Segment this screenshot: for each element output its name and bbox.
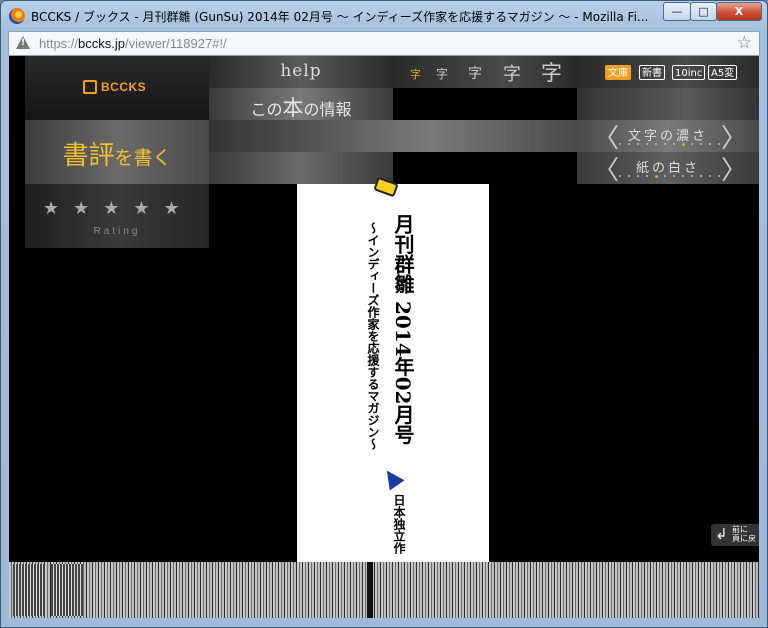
return-arrow-icon: ↲ <box>715 525 728 543</box>
density-level-dots <box>619 143 729 147</box>
whiteness-increase-icon[interactable]: 〉 <box>721 150 747 187</box>
level-dot <box>646 175 648 177</box>
menu-filler <box>577 88 759 120</box>
text-density-control: 〈 文字の濃さ 〉 <box>577 120 759 154</box>
level-dot <box>673 143 675 145</box>
warning-icon <box>16 36 30 49</box>
write-review-label: 書評を書く <box>25 135 209 172</box>
title-bar: BCCKS / ブックス - 月刊群雛 (GunSu) 2014年 02月号 ～… <box>1 1 767 31</box>
font-size-1[interactable]: 字 <box>410 66 421 82</box>
book-title: 月刊群雛 2014年02月号 <box>391 214 415 445</box>
minimize-button[interactable]: — <box>663 2 691 21</box>
page-thumbnails[interactable] <box>9 562 759 618</box>
level-dot <box>637 175 639 177</box>
font-size-4[interactable]: 字 <box>503 60 521 86</box>
level-dot <box>619 143 621 145</box>
level-dot <box>673 175 675 177</box>
level-dot <box>682 175 684 177</box>
level-dot <box>718 143 720 145</box>
menu-filler <box>209 120 577 152</box>
url-host: bccks.jp <box>78 36 125 51</box>
format-selector: 文庫 新書 10inc A5変 <box>577 56 759 88</box>
cover-thumbnail[interactable] <box>13 564 45 616</box>
review-main: 書評 <box>62 141 115 171</box>
logo-panel[interactable]: BCCKS <box>25 56 209 120</box>
level-dot <box>628 143 630 145</box>
info-prefix: この <box>250 100 283 119</box>
level-dot <box>655 143 657 145</box>
book-subtitle: ～インディーズ作家を応援するマガジン～ <box>366 222 380 450</box>
book-info-button[interactable]: この本の情報 <box>209 88 393 120</box>
format-10inch[interactable]: 10inc <box>672 65 706 80</box>
paper-whiteness-control: 〈 紙の白さ 〉 <box>577 150 759 187</box>
level-dot <box>664 143 666 145</box>
level-dot <box>628 175 630 177</box>
cursor-arrow-icon <box>379 465 405 491</box>
prev-line-1: 前に <box>732 525 748 534</box>
maximize-button[interactable]: □ <box>690 2 717 21</box>
format-shinsho[interactable]: 新書 <box>639 65 665 80</box>
rating-label: Rating <box>93 226 141 237</box>
level-dot <box>691 143 693 145</box>
level-dot <box>637 143 639 145</box>
firefox-icon <box>9 8 25 24</box>
current-page-marker[interactable] <box>367 562 373 618</box>
format-a5[interactable]: A5変 <box>708 65 738 80</box>
url-scheme: https:// <box>39 36 79 51</box>
url-bar[interactable]: https://bccks.jp/viewer/118927#!/ ☆ <box>8 31 760 56</box>
level-dot <box>709 143 711 145</box>
menu-filler <box>209 152 393 184</box>
logo-text: BCCKS <box>101 80 147 94</box>
bccks-logo[interactable]: BCCKS <box>83 80 146 94</box>
font-size-selector: 字 字 字 字 字 <box>393 56 577 88</box>
info-suffix: の情報 <box>303 100 352 119</box>
bookmark-star-icon[interactable]: ☆ <box>737 33 752 53</box>
window-title: BCCKS / ブックス - 月刊群雛 (GunSu) 2014年 02月号 ～… <box>31 10 649 24</box>
prev-line-2: 頁に戻 <box>732 534 756 543</box>
help-button[interactable]: help <box>209 56 393 88</box>
level-dot <box>619 175 621 177</box>
rating-stars-icon[interactable]: ★★★★★ <box>43 198 194 219</box>
level-dot <box>718 175 720 177</box>
book-viewer: BCCKS help この本の情報 字 字 字 字 字 文庫 新書 10inc … <box>9 56 759 562</box>
rating-panel[interactable]: ★★★★★ Rating <box>25 184 209 248</box>
font-size-3[interactable]: 字 <box>468 63 482 83</box>
url-text[interactable]: https://bccks.jp/viewer/118927#!/ <box>39 36 227 51</box>
level-dot <box>664 175 666 177</box>
cover-thumbnail[interactable] <box>51 564 83 616</box>
review-small: を書く <box>114 147 172 169</box>
level-dot <box>655 175 658 178</box>
level-dot <box>700 175 702 177</box>
decoration-icon <box>373 176 399 198</box>
book-publisher: 日本独立作 <box>392 494 406 554</box>
whiteness-level-dots <box>619 175 729 179</box>
font-size-2[interactable]: 字 <box>436 65 448 82</box>
url-path: /viewer/118927#!/ <box>125 36 227 51</box>
book-info-label: この本の情報 <box>209 92 393 122</box>
help-label: help <box>280 61 322 81</box>
book-icon <box>83 80 97 94</box>
page-thumbnail-strip[interactable] <box>9 562 759 618</box>
close-button[interactable]: X <box>716 2 762 21</box>
previous-page-button[interactable]: ↲ 前に 頁に戻 <box>711 524 759 546</box>
level-dot <box>682 143 685 146</box>
write-review-button[interactable]: 書評を書く <box>25 120 209 184</box>
info-big: 本 <box>282 96 304 120</box>
book-page[interactable]: 月刊群雛 2014年02月号 ～インディーズ作家を応援するマガジン～ 日本独立作 <box>297 176 489 562</box>
font-size-5[interactable]: 字 <box>541 57 562 87</box>
previous-page-label: 前に 頁に戻 <box>732 525 756 543</box>
level-dot <box>709 175 711 177</box>
level-dot <box>691 175 693 177</box>
format-bunko[interactable]: 文庫 <box>605 65 631 80</box>
level-dot <box>646 143 648 145</box>
level-dot <box>700 143 702 145</box>
